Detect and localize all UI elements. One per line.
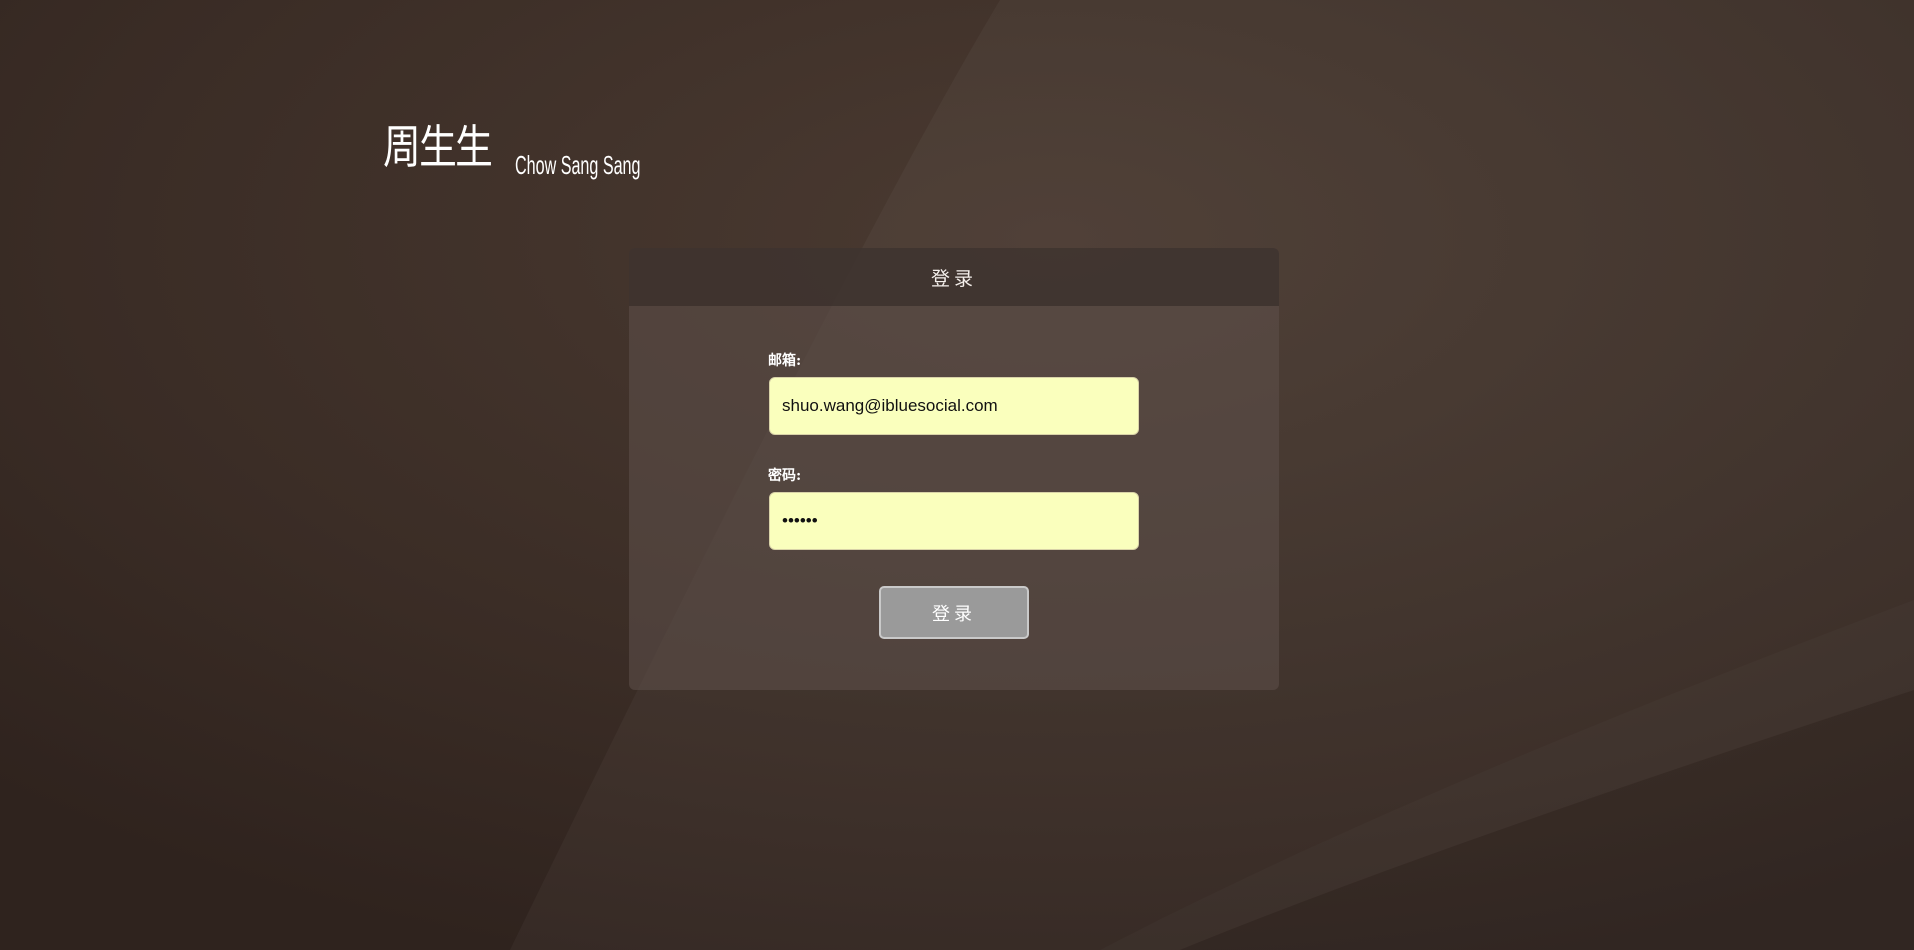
password-field[interactable] bbox=[769, 492, 1139, 550]
email-field[interactable] bbox=[769, 377, 1139, 435]
login-panel: 登录 邮箱: 密码: 登录 bbox=[629, 248, 1279, 690]
login-button[interactable]: 登录 bbox=[879, 586, 1029, 639]
login-title: 登录 bbox=[930, 267, 977, 290]
email-label: 邮箱: bbox=[768, 353, 802, 369]
brand-logo-chinese: 周生生 bbox=[383, 120, 493, 174]
login-panel-header: 登录 bbox=[629, 248, 1279, 306]
brand-logo: 周生生 Chow Sang Sang bbox=[383, 120, 717, 180]
brand-logo-english: Chow Sang Sang bbox=[515, 150, 641, 180]
password-label: 密码: bbox=[768, 468, 802, 484]
